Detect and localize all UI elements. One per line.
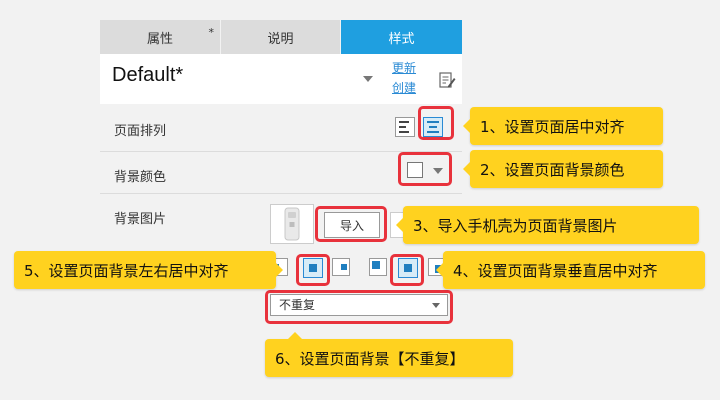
callout-1: 1、设置页面居中对齐	[463, 107, 663, 145]
tab-description[interactable]: 说明	[220, 20, 340, 54]
highlight-align-center	[418, 106, 454, 140]
page-align-label: 页面排列	[114, 124, 167, 139]
page-align-row: 页面排列	[100, 104, 462, 152]
v-align-top-button[interactable]	[369, 258, 387, 276]
v-align-top-icon	[372, 261, 380, 269]
callout-3: 3、导入手机壳为页面背景图片	[396, 206, 699, 244]
highlight-bg-color	[398, 152, 452, 186]
update-link[interactable]: 更新	[392, 59, 416, 76]
tab-style-label: 样式	[388, 31, 415, 47]
align-left-button[interactable]	[395, 117, 415, 137]
create-link[interactable]: 创建	[392, 79, 416, 96]
highlight-import	[315, 206, 387, 242]
highlight-repeat	[265, 290, 453, 324]
tab-description-label: 说明	[267, 31, 294, 47]
callout-2: 2、设置页面背景颜色	[463, 150, 663, 188]
bg-image-thumbnail	[270, 204, 314, 244]
callout-4-text: 4、设置页面背景垂直居中对齐	[453, 261, 658, 280]
callout-6-text: 6、设置页面背景【不重复】	[275, 349, 465, 368]
bg-image-label: 背景图片	[114, 212, 167, 227]
tab-properties-label: 属性	[146, 31, 173, 47]
tab-properties[interactable]: 属性 *	[100, 20, 220, 54]
unsaved-marker: *	[208, 26, 215, 39]
tab-bar: 属性 * 说明 样式	[100, 20, 462, 54]
callout-1-text: 1、设置页面居中对齐	[480, 117, 625, 136]
callout-3-text: 3、导入手机壳为页面背景图片	[413, 216, 618, 235]
callout-5-text: 5、设置页面背景左右居中对齐	[24, 261, 229, 280]
highlight-h-center	[296, 254, 330, 286]
bg-color-label: 背景颜色	[114, 170, 167, 185]
callout-6: 6、设置页面背景【不重复】	[265, 332, 513, 377]
phone-case-icon	[284, 207, 300, 241]
h-align-right-icon	[341, 264, 347, 270]
callout-5: 5、设置页面背景左右居中对齐	[14, 251, 283, 289]
callout-4: 4、设置页面背景垂直居中对齐	[436, 251, 705, 289]
h-align-right-button[interactable]	[332, 258, 350, 276]
style-header: Default* 更新 创建	[100, 54, 462, 104]
chevron-down-icon[interactable]	[363, 76, 373, 82]
highlight-v-center	[390, 254, 424, 286]
edit-icon[interactable]	[438, 71, 456, 89]
align-left-icon	[399, 121, 409, 133]
callout-2-text: 2、设置页面背景颜色	[480, 160, 625, 179]
style-name-dropdown[interactable]: Default*	[112, 64, 183, 87]
tab-style[interactable]: 样式	[340, 20, 462, 54]
